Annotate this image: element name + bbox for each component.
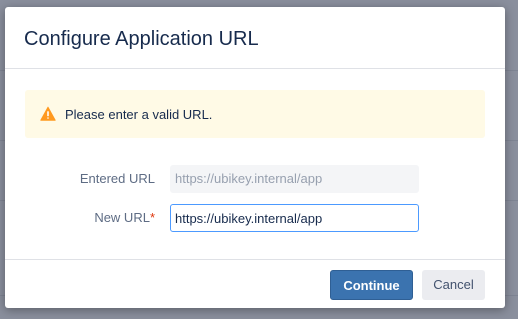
required-marker: * bbox=[149, 210, 155, 225]
dialog-header: Configure Application URL bbox=[5, 7, 505, 69]
entered-url-field: https://ubikey.internal/app bbox=[170, 165, 419, 193]
cancel-button[interactable]: Cancel bbox=[422, 270, 485, 300]
warning-text: Please enter a valid URL. bbox=[65, 106, 213, 122]
configure-url-dialog: Configure Application URL Please enter a… bbox=[5, 7, 505, 308]
new-url-label: New URL* bbox=[94, 204, 155, 232]
new-url-row: New URL* bbox=[5, 204, 505, 232]
continue-button[interactable]: Continue bbox=[330, 270, 413, 300]
warning-message: Please enter a valid URL. bbox=[25, 90, 485, 138]
warning-icon bbox=[40, 106, 56, 122]
new-url-input[interactable] bbox=[170, 204, 419, 232]
dialog-title: Configure Application URL bbox=[24, 28, 259, 50]
entered-url-label: Entered URL bbox=[79, 171, 155, 186]
new-url-label-text: New URL bbox=[94, 210, 150, 225]
dialog-footer: Continue Cancel bbox=[5, 259, 505, 308]
entered-url-row: Entered URL https://ubikey.internal/app bbox=[5, 165, 505, 193]
